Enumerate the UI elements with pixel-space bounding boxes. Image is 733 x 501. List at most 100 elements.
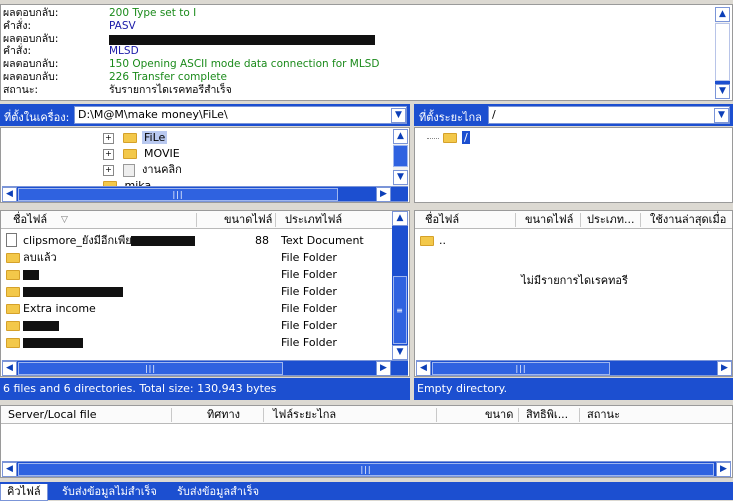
remote-list-header: ชื่อไฟล์ ขนาดไฟล์ ประเภท... ใช้งานล่าสุด… (415, 211, 732, 229)
log-scroll-thumb[interactable] (715, 23, 730, 81)
queue-col-status[interactable]: สถานะ (587, 406, 620, 424)
local-path-input[interactable]: D:\M@M\make money\FiLe\ (78, 108, 228, 121)
local-file-row[interactable]: clipsmore_ยังมีอีกเพียบ 88 Text Document (1, 232, 391, 249)
queue-col-server[interactable]: Server/Local file (8, 406, 97, 424)
local-file-row[interactable]: File Folder (1, 334, 391, 351)
remote-file-name: .. (439, 234, 446, 247)
log-row: ผลตอบกลับ: 226 Transfer complete (3, 71, 703, 84)
remote-col-type[interactable]: ประเภท... (587, 211, 635, 229)
remote-tree: / (414, 127, 733, 203)
remote-list-hscroll[interactable]: ◀ ||| ▶ (416, 360, 732, 376)
remote-path-input[interactable]: / (492, 108, 496, 121)
log-row: ผลตอบกลับ: 150 Opening ASCII mode data co… (3, 58, 703, 71)
folder-icon (420, 236, 434, 246)
local-file-row[interactable]: File Folder (1, 317, 391, 334)
local-status-bar: 6 files and 6 directories. Total size: 1… (0, 378, 410, 400)
remote-path-combo[interactable]: / ▼ (488, 106, 730, 124)
log-scroll-up[interactable]: ▲ (715, 7, 730, 22)
queue-col-direction[interactable]: ทิศทาง (207, 406, 240, 424)
local-tree-label: งานคลิก (142, 163, 182, 176)
remote-file-list: ชื่อไฟล์ ขนาดไฟล์ ประเภท... ใช้งานล่าสุด… (414, 210, 733, 377)
local-file-type: File Folder (281, 285, 337, 298)
local-file-row[interactable]: File Folder (1, 283, 391, 300)
tree-line (427, 137, 439, 139)
local-tree-scroll-down[interactable]: ▼ (393, 170, 408, 185)
local-file-name: Extra income (23, 302, 96, 315)
folder-icon (6, 321, 20, 331)
local-tree-scroll-right[interactable]: ▶ (376, 187, 391, 202)
local-col-size[interactable]: ขนาดไฟล์ (224, 211, 272, 229)
message-log: ผลตอบกลับ: 200 Type set to I คำสั่ง: PASV ผล… (0, 4, 733, 101)
queue-scroll-right[interactable]: ▶ (716, 462, 731, 477)
log-scroll-down[interactable]: ▼ (715, 84, 730, 99)
queue-col-priority[interactable]: สิทธิพิเ... (526, 406, 568, 424)
remote-list-scroll-left[interactable]: ◀ (416, 361, 431, 376)
local-list-hscroll-thumb[interactable]: ||| (18, 362, 283, 375)
remote-col-modified[interactable]: ใช้งานล่าสุดเมื่อ (650, 211, 726, 229)
local-file-name: ลบแล้ว (23, 251, 57, 264)
local-file-name: clipsmore_ยังมีอีกเพียบ (23, 234, 139, 247)
local-tree-scroll-left[interactable]: ◀ (2, 187, 17, 202)
local-file-row[interactable]: File Folder (1, 266, 391, 283)
log-label: ผลตอบกลับ: (3, 58, 59, 71)
log-row: สถานะ: รับรายการไดเรคทอรีสำเร็จ (3, 84, 703, 97)
expand-icon[interactable]: + (103, 164, 114, 176)
local-tree-hscroll-thumb[interactable]: ||| (18, 188, 338, 201)
local-file-type: File Folder (281, 268, 337, 281)
local-tree-vscroll[interactable]: ▲ ▼ (393, 129, 408, 186)
remote-empty-message: ไม่มีรายการไดเรคทอรี (521, 274, 628, 287)
remote-site-bar: ที่ตั้งระยะไกล / ▼ (414, 104, 733, 126)
local-tree-hscroll[interactable]: ◀ ||| ▶ (2, 186, 408, 202)
expand-icon[interactable]: + (103, 148, 114, 160)
queue-hscroll-thumb[interactable]: ||| (18, 463, 714, 476)
local-list-scroll-down[interactable]: ▼ (392, 345, 408, 360)
local-list-hscroll[interactable]: ◀ ||| ▶ (2, 360, 408, 376)
log-message: MLSD (109, 45, 139, 58)
transfer-queue: Server/Local file ทิศทาง ไฟล์ระยะไกล ขนา… (0, 405, 733, 478)
remote-path-dropdown[interactable]: ▼ (714, 108, 729, 123)
log-rows: ผลตอบกลับ: 200 Type set to I คำสั่ง: PASV ผล… (3, 7, 703, 97)
queue-hscroll[interactable]: ◀ ||| ▶ (2, 461, 731, 477)
local-tree-item-file[interactable]: + FiLe (103, 130, 168, 146)
log-vscroll[interactable]: ▲ ▼ (715, 7, 730, 99)
local-list-scroll-left[interactable]: ◀ (2, 361, 17, 376)
remote-site-label: ที่ตั้งระยะไกล (419, 111, 482, 124)
log-label: สถานะ: (3, 83, 39, 96)
local-path-dropdown[interactable]: ▼ (391, 108, 406, 123)
local-file-row[interactable]: ลบแล้ว File Folder (1, 249, 391, 266)
local-list-scroll-up[interactable]: ▲ (392, 211, 408, 226)
local-list-scroll-right[interactable]: ▶ (376, 361, 391, 376)
local-file-row[interactable]: Extra income File Folder (1, 300, 391, 317)
expand-icon[interactable]: + (103, 132, 114, 144)
redacted-block (109, 34, 375, 45)
tab-queue[interactable]: คิวไฟล์ (0, 484, 48, 501)
remote-tree-root[interactable]: / (427, 130, 470, 146)
local-tree-scroll-up[interactable]: ▲ (393, 129, 408, 144)
log-row: คำสั่ง: MLSD (3, 45, 703, 58)
local-tree-item-clicks[interactable]: + งานคลิก (103, 162, 182, 178)
local-tree-label: FiLe (142, 131, 168, 144)
local-list-scroll-thumb[interactable]: ≡ (393, 276, 407, 344)
queue-col-size[interactable]: ขนาด (485, 406, 513, 424)
remote-col-name[interactable]: ชื่อไฟล์ (425, 211, 459, 229)
local-path-combo[interactable]: D:\M@M\make money\FiLe\ ▼ (74, 106, 407, 124)
local-tree-item-movie[interactable]: + MOVIE (103, 146, 180, 162)
local-file-type: File Folder (281, 336, 337, 349)
remote-list-hscroll-thumb[interactable]: ||| (432, 362, 610, 375)
queue-col-remote[interactable]: ไฟล์ระยะไกล (273, 406, 336, 424)
log-label: คำสั่ง: (3, 45, 31, 58)
queue-scroll-left[interactable]: ◀ (2, 462, 17, 477)
local-list-vscroll[interactable]: ▲ ≡ ▼ (392, 211, 408, 360)
sort-desc-icon: ▽ (61, 215, 68, 225)
remote-parent-dir[interactable]: .. (415, 232, 715, 249)
remote-tree-label: / (462, 131, 470, 144)
local-file-list: ชื่อไฟล์ ▽ ขนาดไฟล์ ประเภทไฟล์ clipsmore… (0, 210, 410, 377)
local-tree-scroll-thumb[interactable] (393, 145, 408, 167)
tab-failed-transfers[interactable]: รับส่งข้อมูลไม่สำเร็จ (56, 484, 163, 500)
remote-col-size[interactable]: ขนาดไฟล์ (525, 211, 573, 229)
remote-list-scroll-right[interactable]: ▶ (717, 361, 732, 376)
tab-successful-transfers[interactable]: รับส่งข้อมูลสำเร็จ (171, 484, 265, 500)
local-col-type[interactable]: ประเภทไฟล์ (285, 211, 342, 229)
log-row: ผลตอบกลับ: 200 Type set to I (3, 7, 703, 20)
local-col-name[interactable]: ชื่อไฟล์ (13, 211, 47, 229)
